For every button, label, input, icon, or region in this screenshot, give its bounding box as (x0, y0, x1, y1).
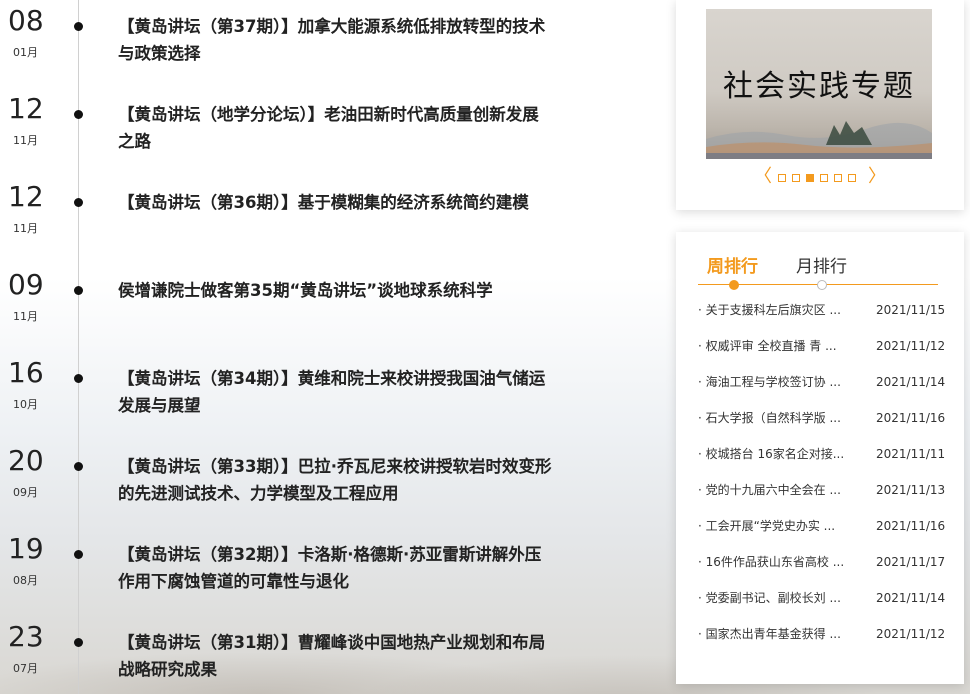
ranking-item-date: 2021/11/12 (876, 339, 946, 353)
banner-landscape-art (706, 121, 932, 159)
item-day: 12 (8, 92, 44, 125)
ranking-item-title[interactable]: · 关于支援科左后旗灾区 ... (698, 300, 866, 320)
ranking-item[interactable]: · 校城搭台 16家名企对接... 2021/11/11 (698, 444, 948, 464)
ranking-item-date: 2021/11/15 (876, 303, 946, 317)
item-month: 09月 (13, 486, 38, 499)
item-day: 20 (8, 444, 44, 477)
timeline-item[interactable]: 19 08月 【黄岛讲坛（第32期）】卡洛斯·格德斯·苏亚雷斯讲解外压作用下腐蚀… (0, 528, 560, 608)
item-day: 09 (8, 268, 44, 301)
timeline-dot (74, 110, 83, 119)
item-month: 08月 (13, 574, 38, 587)
slide-indicator-active[interactable] (806, 174, 814, 182)
item-title-link[interactable]: 【黄岛讲坛（第32期）】卡洛斯·格德斯·苏亚雷斯讲解外压作用下腐蚀管道的可靠性与… (118, 541, 553, 595)
item-month: 11月 (13, 222, 38, 235)
ranking-item[interactable]: · 权威评审 全校直播 青 ... 2021/11/12 (698, 336, 948, 356)
ranking-item-date: 2021/11/17 (876, 555, 946, 569)
banner-image-link[interactable]: 社会实践专题 (706, 9, 932, 159)
ranking-item[interactable]: · 海油工程与学校签订协 ... 2021/11/14 (698, 372, 948, 392)
slide-indicator[interactable] (820, 174, 828, 182)
banner-pager: 〈 〉 (754, 167, 886, 187)
timeline-dot (74, 550, 83, 559)
timeline-item[interactable]: 09 11月 侯增谦院士做客第35期“黄岛讲坛”谈地球系统科学 (0, 264, 560, 344)
ranking-item-date: 2021/11/11 (876, 447, 946, 461)
ranking-item[interactable]: · 16件作品获山东省高校 ... 2021/11/17 (698, 552, 948, 572)
item-title-link[interactable]: 【黄岛讲坛（第34期）】黄维和院士来校讲授我国油气储运发展与展望 (118, 365, 553, 419)
ranking-item-date: 2021/11/16 (876, 519, 946, 533)
slide-indicator[interactable] (848, 174, 856, 182)
ranking-item[interactable]: · 党的十九届六中全会在 ... 2021/11/13 (698, 480, 948, 500)
timeline-dot (74, 462, 83, 471)
timeline-dot (74, 198, 83, 207)
ranking-item[interactable]: · 党委副书记、副校长刘 ... 2021/11/14 (698, 588, 948, 608)
item-title-link[interactable]: 【黄岛讲坛（第36期）】基于模糊集的经济系统简约建模 (118, 189, 553, 216)
item-month: 01月 (13, 46, 38, 59)
topic-banner-card: 社会实践专题 〈 〉 (676, 0, 964, 210)
ranking-item[interactable]: · 工会开展“学党史办实 ... 2021/11/16 (698, 516, 948, 536)
item-day: 23 (8, 620, 44, 653)
item-title-link[interactable]: 【黄岛讲坛（地学分论坛）】老油田新时代高质量创新发展之路 (118, 101, 553, 155)
item-title-link[interactable]: 侯增谦院士做客第35期“黄岛讲坛”谈地球系统科学 (118, 277, 553, 304)
timeline-item[interactable]: 20 09月 【黄岛讲坛（第33期）】巴拉·乔瓦尼来校讲授软岩时效变形的先进测试… (0, 440, 560, 520)
ranking-item-title[interactable]: · 党委副书记、副校长刘 ... (698, 588, 866, 608)
ranking-item-date: 2021/11/13 (876, 483, 946, 497)
news-timeline: 08 01月 【黄岛讲坛（第37期）】加拿大能源系统低排放转型的技术与政策选择 … (0, 0, 660, 694)
item-month: 11月 (13, 310, 38, 323)
item-day: 16 (8, 356, 44, 389)
timeline-item[interactable]: 16 10月 【黄岛讲坛（第34期）】黄维和院士来校讲授我国油气储运发展与展望 (0, 352, 560, 432)
next-arrow-icon[interactable]: 〉 (868, 167, 886, 187)
ranking-item-title[interactable]: · 工会开展“学党史办实 ... (698, 516, 866, 536)
ranking-item-title[interactable]: · 海油工程与学校签订协 ... (698, 372, 866, 392)
tab-inactive-dot (817, 280, 827, 290)
ranking-item[interactable]: · 国家杰出青年基金获得 ... 2021/11/12 (698, 624, 948, 644)
tab-weekly-ranking[interactable]: 周排行 (707, 252, 758, 277)
prev-arrow-icon[interactable]: 〈 (754, 167, 772, 187)
item-month: 11月 (13, 134, 38, 147)
ranking-item-date: 2021/11/16 (876, 411, 946, 425)
ranking-item-title[interactable]: · 权威评审 全校直播 青 ... (698, 336, 866, 356)
ranking-item-date: 2021/11/12 (876, 627, 946, 641)
item-day: 19 (8, 532, 44, 565)
timeline-dot (74, 638, 83, 647)
slide-indicator[interactable] (834, 174, 842, 182)
timeline-dot (74, 286, 83, 295)
item-title-link[interactable]: 【黄岛讲坛（第33期）】巴拉·乔瓦尼来校讲授软岩时效变形的先进测试技术、力学模型… (118, 453, 553, 507)
ranking-item-title[interactable]: · 石大学报（自然科学版 ... (698, 408, 866, 428)
slide-indicator[interactable] (792, 174, 800, 182)
item-day: 08 (8, 4, 44, 37)
ranking-item-date: 2021/11/14 (876, 375, 946, 389)
item-month: 10月 (13, 398, 38, 411)
timeline-item[interactable]: 08 01月 【黄岛讲坛（第37期）】加拿大能源系统低排放转型的技术与政策选择 (0, 0, 560, 80)
ranking-card: 周排行 月排行 · 关于支援科左后旗灾区 ... 2021/11/15 · 权威… (676, 232, 964, 684)
timeline-dot (74, 22, 83, 31)
item-day: 12 (8, 180, 44, 213)
timeline-item[interactable]: 23 07月 【黄岛讲坛（第31期）】曹耀峰谈中国地热产业规划和布局战略研究成果 (0, 616, 560, 694)
slide-indicator[interactable] (778, 174, 786, 182)
item-title-link[interactable]: 【黄岛讲坛（第37期）】加拿大能源系统低排放转型的技术与政策选择 (118, 13, 553, 67)
ranking-item-date: 2021/11/14 (876, 591, 946, 605)
ranking-item-title[interactable]: · 国家杰出青年基金获得 ... (698, 624, 866, 644)
item-title-link[interactable]: 【黄岛讲坛（第31期）】曹耀峰谈中国地热产业规划和布局战略研究成果 (118, 629, 553, 683)
timeline-item[interactable]: 12 11月 【黄岛讲坛（第36期）】基于模糊集的经济系统简约建模 (0, 176, 560, 256)
ranking-item-title[interactable]: · 党的十九届六中全会在 ... (698, 480, 866, 500)
tab-active-dot (729, 280, 739, 290)
timeline-item[interactable]: 12 11月 【黄岛讲坛（地学分论坛）】老油田新时代高质量创新发展之路 (0, 88, 560, 168)
ranking-item-title[interactable]: · 16件作品获山东省高校 ... (698, 552, 866, 572)
ranking-item-title[interactable]: · 校城搭台 16家名企对接... (698, 444, 866, 464)
item-month: 07月 (13, 662, 38, 675)
timeline-dot (74, 374, 83, 383)
tab-monthly-ranking[interactable]: 月排行 (796, 252, 847, 277)
ranking-item[interactable]: · 石大学报（自然科学版 ... 2021/11/16 (698, 408, 948, 428)
ranking-item[interactable]: · 关于支援科左后旗灾区 ... 2021/11/15 (698, 300, 948, 320)
